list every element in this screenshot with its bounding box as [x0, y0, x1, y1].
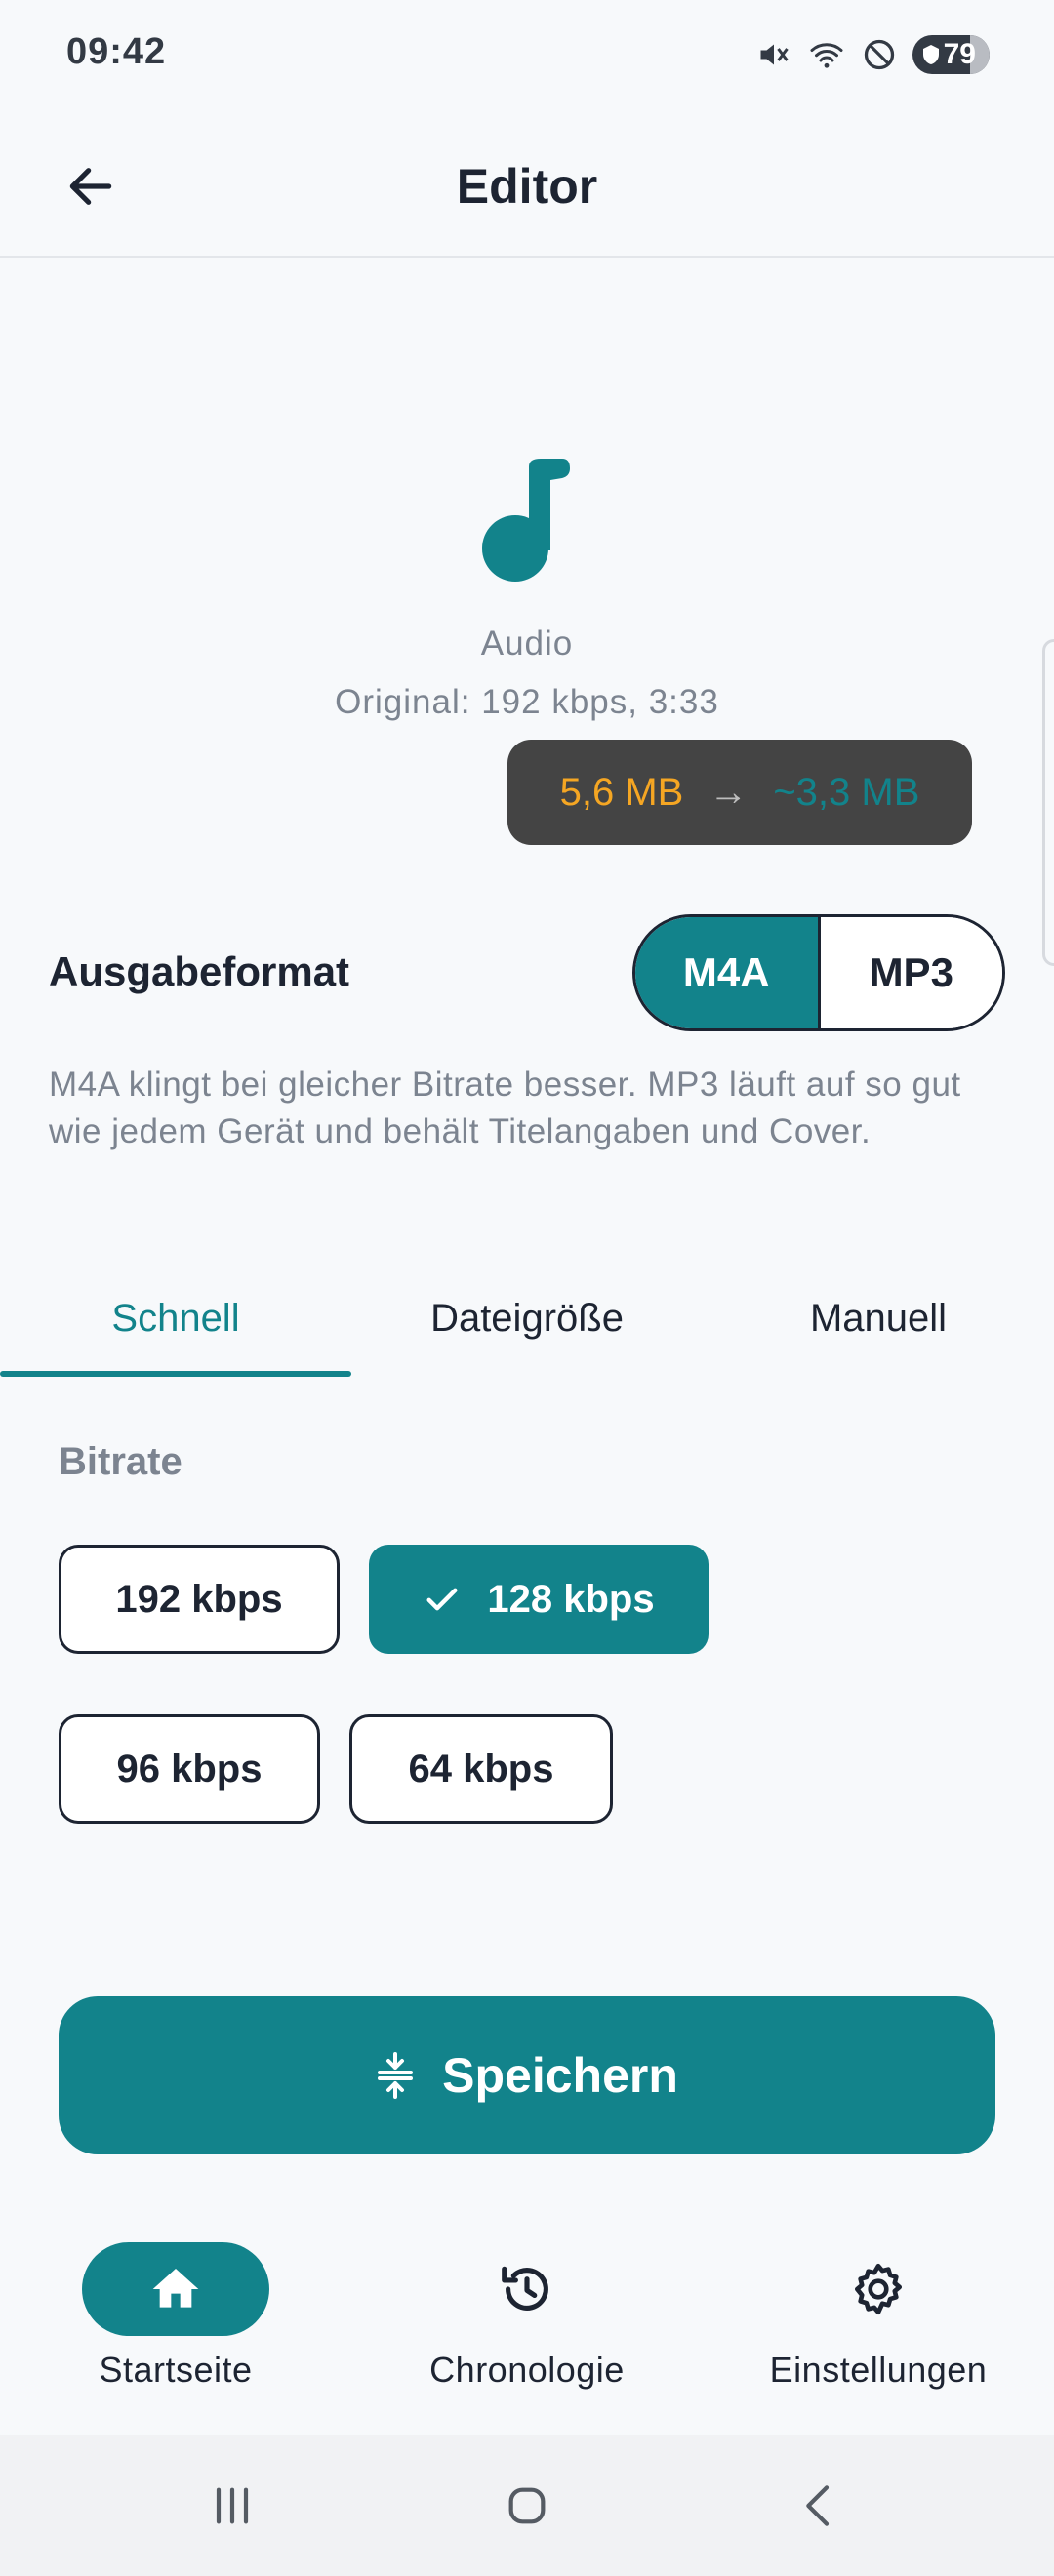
- chevron-left-icon: [806, 2485, 830, 2526]
- output-format-label: Ausgabeformat: [49, 948, 350, 994]
- check-icon: [426, 1588, 458, 1611]
- output-format-toggle: M4A MP3: [632, 914, 1005, 1031]
- recents-button[interactable]: [193, 2471, 271, 2541]
- music-note-icon: [468, 449, 586, 595]
- do-not-disturb-icon: [860, 35, 899, 74]
- tab-schnell[interactable]: Schnell: [0, 1259, 351, 1378]
- home-icon: [152, 2269, 199, 2308]
- system-navigation-bar: [0, 2435, 1054, 2576]
- nav-item-startseite[interactable]: Startseite: [0, 2242, 351, 2391]
- home-circle-icon: [508, 2487, 546, 2524]
- chip-label: 192 kbps: [115, 1577, 283, 1621]
- history-icon: [502, 2266, 548, 2311]
- bitrate-chip-64[interactable]: 64 kbps: [349, 1714, 613, 1824]
- battery-level: 79: [943, 38, 976, 70]
- compress-icon: [378, 2052, 414, 2099]
- battery-indicator: 79: [912, 35, 990, 74]
- save-button[interactable]: Speichern: [59, 1996, 995, 2154]
- nav-item-chronologie[interactable]: Chronologie: [351, 2242, 703, 2391]
- active-tab-indicator: [0, 1371, 351, 1377]
- nav-item-einstellungen[interactable]: Einstellungen: [703, 2242, 1054, 2391]
- save-button-label: Speichern: [442, 2048, 678, 2103]
- nav-pill: [433, 2242, 621, 2336]
- nav-active-pill: [82, 2242, 269, 2336]
- status-time: 09:42: [66, 31, 167, 72]
- status-icons: 79: [754, 35, 990, 74]
- bitrate-label: Bitrate: [59, 1440, 182, 1483]
- bitrate-chip-128[interactable]: 128 kbps: [369, 1545, 709, 1654]
- nav-label: Chronologie: [429, 2350, 625, 2390]
- format-option-m4a[interactable]: M4A: [635, 917, 818, 1028]
- back-system-button[interactable]: [781, 2471, 859, 2541]
- home-button[interactable]: [488, 2471, 566, 2541]
- nav-label: Startseite: [99, 2350, 253, 2390]
- original-size: 5,6 MB: [559, 770, 684, 814]
- size-estimate-badge: 5,6 MB → ~3,3 MB: [507, 740, 972, 845]
- nav-pill: [785, 2242, 972, 2336]
- recents-icon: [216, 2487, 249, 2524]
- gear-icon: [854, 2263, 903, 2315]
- chip-label: 128 kbps: [487, 1577, 655, 1621]
- format-description: M4A klingt bei gleicher Bitrate besser. …: [49, 1066, 961, 1150]
- bottom-navigation: Startseite Chronologie Einstellungen: [0, 2215, 1054, 2435]
- mute-icon: [754, 35, 793, 74]
- chip-label: 64 kbps: [408, 1747, 554, 1791]
- tab-dateigroesse[interactable]: Dateigröße: [351, 1259, 703, 1378]
- nav-label: Einstellungen: [769, 2350, 988, 2390]
- wifi-icon: [807, 35, 846, 74]
- format-option-mp3[interactable]: MP3: [817, 917, 1002, 1028]
- bitrate-chip-192[interactable]: 192 kbps: [59, 1545, 340, 1654]
- original-info: Original: 192 kbps, 3:33: [335, 683, 719, 721]
- estimated-size: ~3,3 MB: [773, 770, 920, 814]
- page-title: Editor: [456, 159, 598, 214]
- tab-manuell[interactable]: Manuell: [703, 1259, 1054, 1378]
- media-type-label: Audio: [480, 624, 574, 663]
- edge-panel-handle[interactable]: [1042, 639, 1054, 966]
- arrow-right-icon: →: [709, 770, 749, 814]
- chip-label: 96 kbps: [116, 1747, 263, 1791]
- mode-tabs: Schnell Dateigröße Manuell: [0, 1259, 1054, 1378]
- status-bar: 09:42 79: [0, 0, 1054, 115]
- bitrate-chip-96[interactable]: 96 kbps: [59, 1714, 320, 1824]
- top-app-bar: Editor: [0, 115, 1054, 258]
